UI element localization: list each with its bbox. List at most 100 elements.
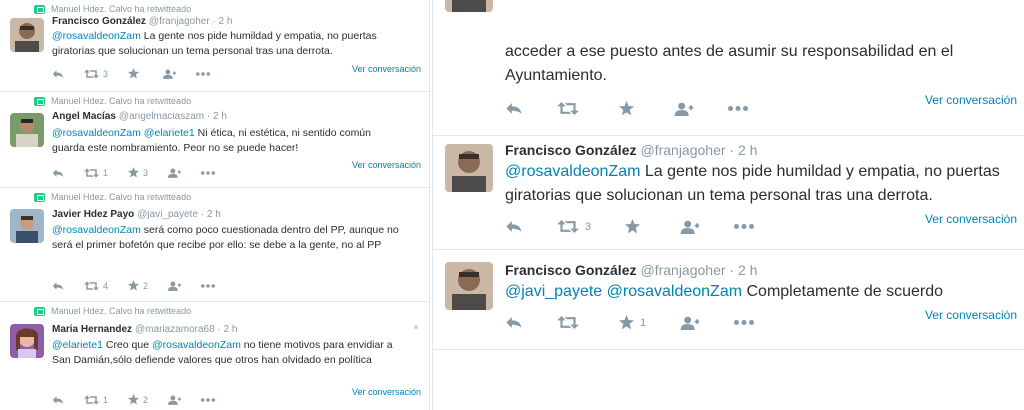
favorite-count: 2 [143, 394, 149, 405]
reply-button[interactable] [505, 102, 523, 115]
favorite-button[interactable] [128, 68, 143, 79]
follow-button[interactable] [168, 281, 181, 291]
favorite-icon [128, 167, 139, 178]
retweet-button[interactable] [557, 316, 585, 329]
reply-button[interactable] [52, 281, 64, 291]
author-name[interactable]: Francisco González [52, 16, 146, 27]
more-button[interactable] [201, 398, 215, 402]
view-conversation-link[interactable]: Ver conversación [352, 64, 421, 74]
mention-link[interactable]: @rosavaldeonZam [152, 339, 241, 351]
favorite-icon [619, 315, 634, 330]
reply-button[interactable] [52, 168, 64, 178]
tweet-body: Creo que [102, 339, 152, 351]
follow-icon [163, 69, 176, 79]
follow-icon [168, 168, 181, 178]
author-name[interactable]: Maria Hernandez [52, 324, 132, 335]
more-button[interactable] [734, 320, 754, 325]
tweet-card[interactable]: Francisco González @franjagoher · 2 h @ro… [433, 136, 1024, 250]
follow-button[interactable] [680, 316, 700, 330]
tweet-text: @rosavaldeonZam @elariete1 Ni ética, ni … [52, 126, 402, 156]
author-name[interactable]: Francisco González [505, 262, 636, 278]
author-handle-time[interactable]: @mariazamora68 · 2 h [135, 324, 237, 335]
avatar[interactable] [10, 209, 44, 243]
retweet-count: 1 [103, 167, 109, 178]
avatar[interactable] [10, 18, 44, 52]
favorite-button[interactable]: 1 [619, 315, 646, 330]
author-name[interactable]: Angel Macías [52, 111, 116, 122]
reply-icon [52, 69, 64, 79]
mention-link[interactable]: @rosavaldeonZam @elariete1 [52, 127, 195, 139]
more-button[interactable] [201, 171, 215, 175]
view-conversation-link[interactable]: Ver conversación [925, 212, 1017, 226]
more-button[interactable] [734, 224, 754, 229]
follow-button[interactable] [163, 69, 176, 79]
tweet-card[interactable]: Manuel Hdez. Calvo ha retwitteado Javier… [0, 188, 429, 302]
author-handle-time[interactable]: @franjagoher · 2 h [640, 142, 757, 158]
author-handle-time[interactable]: @javi_payete · 2 h [137, 209, 221, 220]
retweet-button[interactable]: 3 [84, 69, 108, 79]
mention-link[interactable]: @rosavaldeonZam [52, 224, 141, 236]
avatar[interactable] [445, 0, 493, 12]
favorite-button[interactable] [625, 219, 646, 234]
avatar[interactable] [10, 113, 44, 147]
tweet-card[interactable]: acceder a ese puesto antes de asumir su … [433, 0, 1024, 136]
more-button[interactable] [728, 106, 748, 111]
favorite-button[interactable]: 2 [128, 394, 148, 405]
reply-button[interactable] [505, 316, 523, 329]
follow-button[interactable] [168, 168, 181, 178]
mention-link[interactable]: @javi_payete @rosavaldeonZam [505, 283, 742, 300]
more-button[interactable] [196, 72, 210, 76]
retweet-button[interactable]: 3 [557, 220, 591, 233]
tweet-text: @rosavaldeonZam La gente nos pide humild… [505, 160, 1005, 208]
retweet-context: Manuel Hdez. Calvo ha retwitteado [34, 306, 191, 316]
tweet-card[interactable]: Manuel Hdez. Calvo ha retwitteado ● Mari… [0, 302, 429, 410]
retweet-button[interactable]: 4 [84, 281, 108, 291]
follow-button[interactable] [680, 220, 700, 234]
retweet-context-label: Manuel Hdez. Calvo ha retwitteado [51, 192, 192, 202]
favorite-button[interactable] [619, 101, 640, 116]
view-conversation-link[interactable]: Ver conversación [352, 387, 421, 397]
tweet-body: Completamente de scuerdo [742, 283, 944, 300]
avatar[interactable] [445, 262, 493, 310]
mention-link[interactable]: @rosavaldeonZam [52, 30, 141, 42]
location-icon[interactable]: ● [413, 322, 419, 333]
retweet-button[interactable]: 1 [84, 395, 108, 405]
more-button[interactable] [201, 284, 215, 288]
view-conversation-link[interactable]: Ver conversación [925, 93, 1017, 107]
avatar[interactable] [10, 324, 44, 358]
author-handle-time[interactable]: @angelmaciaszam · 2 h [119, 111, 227, 122]
follow-button[interactable] [674, 102, 694, 116]
right-timeline: acceder a ese puesto antes de asumir su … [432, 0, 1024, 410]
retweeted-icon [34, 192, 45, 202]
avatar[interactable] [445, 144, 493, 192]
more-icon [201, 171, 215, 175]
tweet-card[interactable]: Francisco González @franjagoher · 2 h @ja… [433, 250, 1024, 350]
tweet-card[interactable]: Manuel Hdez. Calvo ha retwitteado Franci… [0, 0, 429, 92]
reply-button[interactable] [505, 220, 523, 233]
tweet-actions [505, 101, 782, 116]
tweet-text: acceder a ese puesto antes de asumir su … [505, 43, 954, 84]
reply-icon [505, 102, 523, 115]
author-name[interactable]: Francisco González [505, 142, 636, 158]
view-conversation-link[interactable]: Ver conversación [352, 160, 421, 170]
reply-button[interactable] [52, 395, 64, 405]
retweet-icon [84, 281, 99, 291]
retweet-button[interactable] [557, 102, 585, 115]
follow-icon [168, 395, 181, 405]
favorite-count: 2 [143, 280, 149, 291]
author-name[interactable]: Javier Hdez Payo [52, 209, 134, 220]
retweet-count: 4 [103, 280, 109, 291]
mention-link[interactable]: @rosavaldeonZam [505, 163, 640, 180]
favorite-button[interactable]: 3 [128, 167, 148, 178]
reply-button[interactable] [52, 69, 64, 79]
mention-link[interactable]: @elariete1 [52, 339, 103, 351]
favorite-icon [619, 101, 634, 116]
follow-button[interactable] [168, 395, 181, 405]
retweet-button[interactable]: 1 [84, 168, 108, 178]
tweet-actions: 1 [505, 315, 788, 330]
favorite-button[interactable]: 2 [128, 280, 148, 291]
author-handle-time[interactable]: @franjagoher · 2 h [640, 262, 757, 278]
tweet-card[interactable]: Manuel Hdez. Calvo ha retwitteado Angel … [0, 92, 429, 188]
author-handle-time[interactable]: @franjagoher · 2 h [149, 16, 233, 27]
view-conversation-link[interactable]: Ver conversación [925, 308, 1017, 322]
